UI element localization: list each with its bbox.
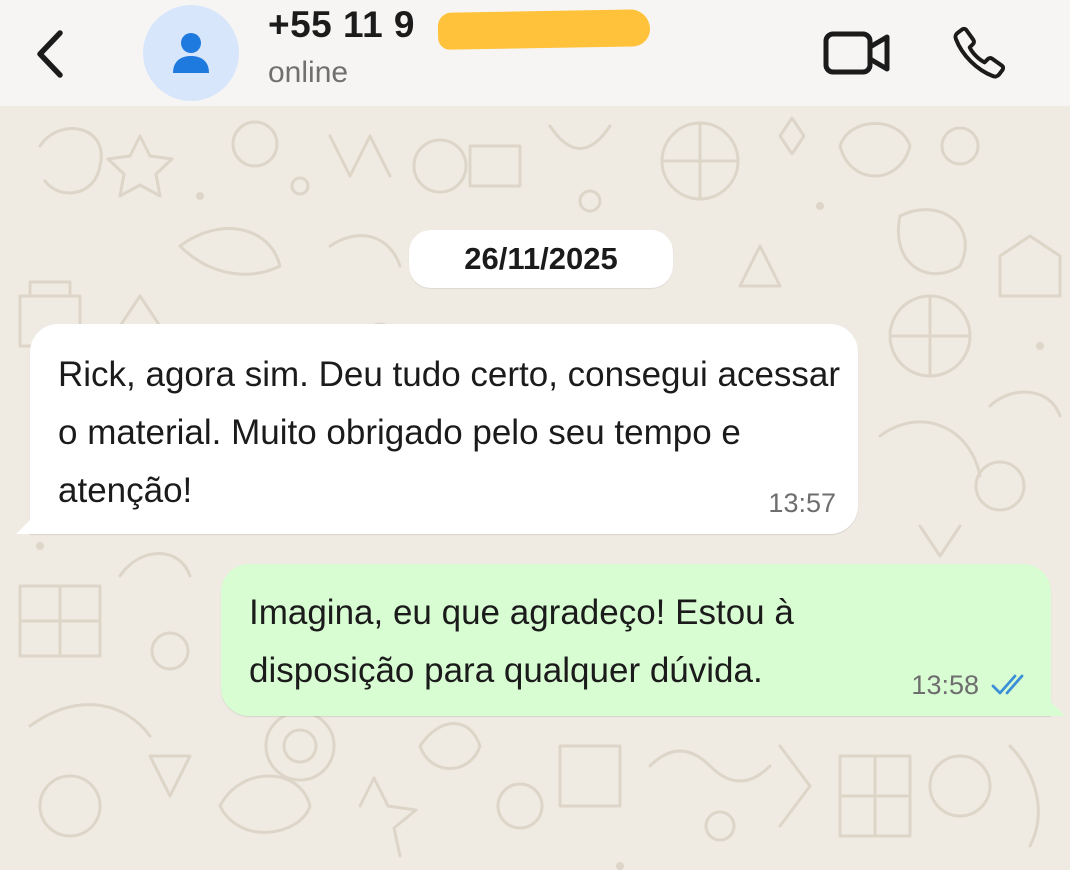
- chat-header: +55 11 9 online: [0, 0, 1070, 106]
- message-text: Imagina, eu que agradeço! Estou à dispos…: [249, 593, 794, 690]
- voice-call-button[interactable]: [944, 20, 1014, 86]
- incoming-message[interactable]: Rick, agora sim. Deu tudo certo, consegu…: [16, 324, 858, 534]
- message-text: Rick, agora sim. Deu tudo certo, consegu…: [58, 355, 841, 510]
- back-button[interactable]: [22, 22, 78, 86]
- message-time: 13:58: [911, 670, 979, 700]
- contact-name[interactable]: +55 11 9: [268, 4, 415, 46]
- message-meta: 13:58: [911, 670, 1031, 700]
- avatar[interactable]: [143, 5, 239, 101]
- video-call-button[interactable]: [815, 24, 899, 82]
- chevron-left-icon: [37, 30, 63, 78]
- bubble-tail: [16, 516, 34, 534]
- chat-area[interactable]: 26/11/2025 Rick, agora sim. Deu tudo cer…: [0, 106, 1070, 870]
- date-separator: 26/11/2025: [409, 230, 673, 288]
- message-time: 13:57: [768, 488, 836, 518]
- outgoing-message[interactable]: Imagina, eu que agradeço! Estou à dispos…: [221, 564, 1065, 716]
- person-icon: [173, 33, 209, 73]
- contact-status: online: [268, 56, 349, 89]
- video-camera-icon: [823, 31, 890, 75]
- phone-icon: [953, 26, 1006, 79]
- bubble-tail: [1047, 698, 1065, 716]
- double-check-read-icon: [991, 673, 1031, 697]
- redaction-marker: [437, 9, 651, 50]
